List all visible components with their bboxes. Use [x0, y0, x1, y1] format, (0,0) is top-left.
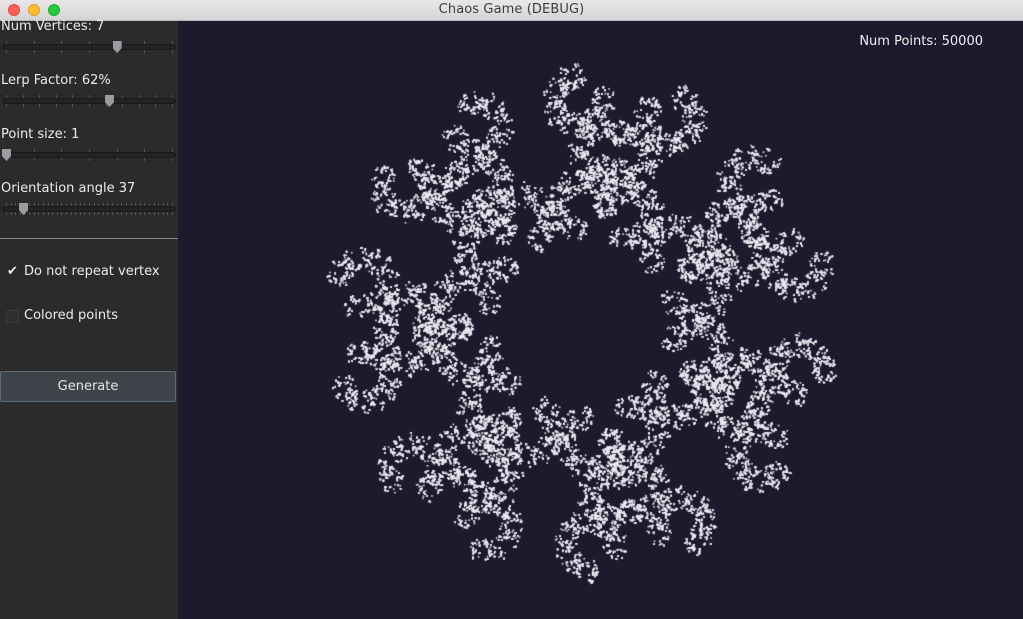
fractal-canvas-area[interactable]: Num Points: 50000 [178, 21, 1023, 619]
do-not-repeat-vertex-checkbox[interactable]: ✔ [6, 265, 19, 278]
sidebar-controls: Num Vertices: 7 Lerp Factor: 62% Point s… [0, 19, 178, 619]
section-divider [0, 238, 178, 239]
colored-points-label[interactable]: Colored points [24, 308, 118, 323]
window-title: Chaos Game (DEBUG) [438, 2, 585, 17]
generate-button[interactable]: Generate [0, 371, 176, 402]
colored-points-checkbox[interactable] [6, 310, 19, 323]
orientation-angle-slider[interactable] [2, 203, 176, 215]
title-bar: Chaos Game (DEBUG) [0, 0, 1023, 21]
lerp-factor-slider[interactable] [2, 95, 176, 107]
point-size-slider[interactable] [2, 149, 176, 161]
do-not-repeat-vertex-label[interactable]: Do not repeat vertex [24, 264, 160, 279]
chaos-game-fractal [178, 21, 1023, 619]
num-points-readout: Num Points: 50000 [859, 34, 983, 49]
num-vertices-label: Num Vertices: 7 [1, 19, 105, 34]
orientation-angle-label: Orientation angle 37 [1, 181, 136, 196]
num-vertices-slider[interactable] [2, 41, 176, 53]
lerp-factor-label: Lerp Factor: 62% [1, 73, 111, 88]
point-size-label: Point size: 1 [1, 127, 80, 142]
